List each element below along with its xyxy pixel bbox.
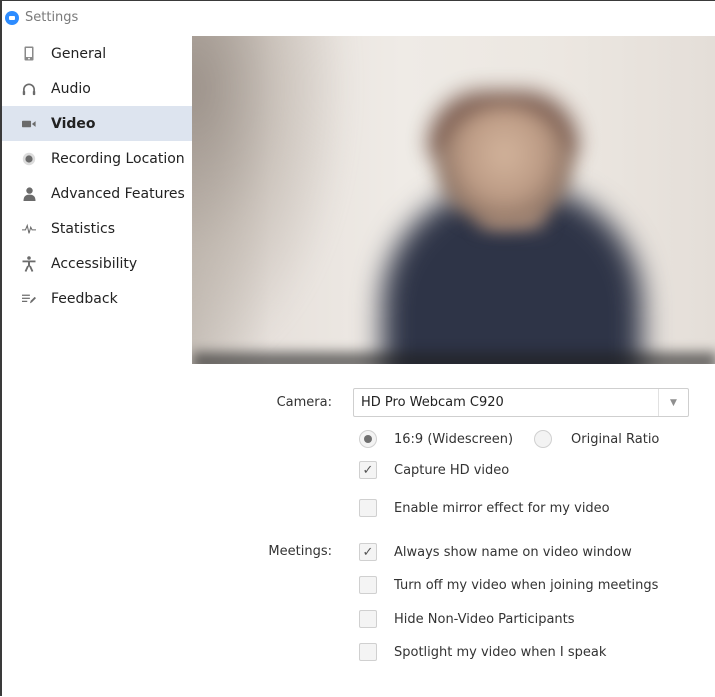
sidebar-item-audio[interactable]: Audio — [2, 71, 192, 106]
video-preview — [192, 36, 715, 364]
ratio-widescreen-option[interactable]: 16:9 (Widescreen) — [359, 430, 513, 448]
headphones-icon — [22, 81, 36, 97]
zoom-logo-icon — [5, 10, 19, 25]
sidebar-item-label: Feedback — [51, 290, 118, 307]
ratio-original-option[interactable]: Original Ratio — [534, 430, 659, 448]
title-bar: Settings — [2, 1, 715, 34]
camera-select[interactable]: HD Pro Webcam C920 ▼ — [353, 388, 689, 417]
window-title: Settings — [25, 10, 79, 25]
hide-non-video-label: Hide Non-Video Participants — [394, 611, 575, 627]
sidebar-item-label: General — [51, 45, 107, 62]
sidebar-item-statistics[interactable]: Statistics — [2, 211, 192, 246]
meetings-label: Meetings: — [268, 544, 332, 559]
camera-label: Camera: — [276, 395, 332, 410]
turn-off-video-label: Turn off my video when joining meetings — [394, 577, 659, 593]
video-camera-icon — [22, 116, 36, 132]
sidebar-item-general[interactable]: General — [2, 36, 192, 71]
sidebar-item-label: Accessibility — [51, 255, 138, 272]
sidebar-item-advanced-features[interactable]: Advanced Features — [2, 176, 192, 211]
show-name-checkbox[interactable]: ✓ — [359, 543, 377, 561]
ratio-widescreen-radio[interactable] — [359, 430, 377, 448]
video-settings-form: Camera: HD Pro Webcam C920 ▼ 16:9 (Wides… — [192, 364, 715, 697]
turn-off-video-checkbox[interactable] — [359, 576, 377, 594]
show-name-option[interactable]: ✓ Always show name on video window — [359, 543, 632, 561]
spotlight-label: Spotlight my video when I speak — [394, 644, 607, 660]
capture-hd-option[interactable]: ✓ Capture HD video — [359, 461, 509, 479]
capture-hd-checkbox[interactable]: ✓ — [359, 461, 377, 479]
turn-off-video-option[interactable]: Turn off my video when joining meetings — [359, 576, 658, 594]
ratio-original-label: Original Ratio — [571, 431, 660, 447]
mirror-effect-option[interactable]: Enable mirror effect for my video — [359, 499, 610, 517]
show-name-label: Always show name on video window — [394, 544, 632, 560]
mirror-effect-checkbox[interactable] — [359, 499, 377, 517]
settings-window: Settings General Audio Video Recording L… — [0, 0, 715, 696]
record-dot-icon — [22, 151, 36, 167]
sidebar-item-recording-location[interactable]: Recording Location — [2, 141, 192, 176]
sidebar-item-feedback[interactable]: Feedback — [2, 281, 192, 316]
sidebar-item-label: Statistics — [51, 220, 115, 237]
chevron-down-icon[interactable]: ▼ — [658, 389, 688, 416]
ratio-original-radio[interactable] — [534, 430, 552, 448]
sidebar-item-label: Audio — [51, 80, 91, 97]
user-icon — [22, 186, 36, 202]
sidebar-item-video[interactable]: Video — [2, 106, 192, 141]
sidebar-item-label: Recording Location — [51, 150, 185, 167]
spotlight-checkbox[interactable] — [359, 643, 377, 661]
spotlight-option[interactable]: Spotlight my video when I speak — [359, 643, 606, 661]
sidebar-item-label: Advanced Features — [51, 185, 185, 202]
accessibility-icon — [22, 255, 36, 272]
capture-hd-label: Capture HD video — [394, 462, 510, 478]
ratio-widescreen-label: 16:9 (Widescreen) — [394, 431, 514, 447]
settings-sidebar: General Audio Video Recording Location A… — [2, 36, 192, 696]
hide-non-video-option[interactable]: Hide Non-Video Participants — [359, 610, 575, 628]
sidebar-item-accessibility[interactable]: Accessibility — [2, 246, 192, 281]
pulse-icon — [22, 221, 36, 237]
feedback-edit-icon — [22, 291, 36, 307]
camera-select-value: HD Pro Webcam C920 — [361, 395, 504, 410]
phone-device-icon — [22, 46, 36, 62]
hide-non-video-checkbox[interactable] — [359, 610, 377, 628]
sidebar-item-label: Video — [51, 115, 96, 132]
mirror-effect-label: Enable mirror effect for my video — [394, 500, 610, 516]
